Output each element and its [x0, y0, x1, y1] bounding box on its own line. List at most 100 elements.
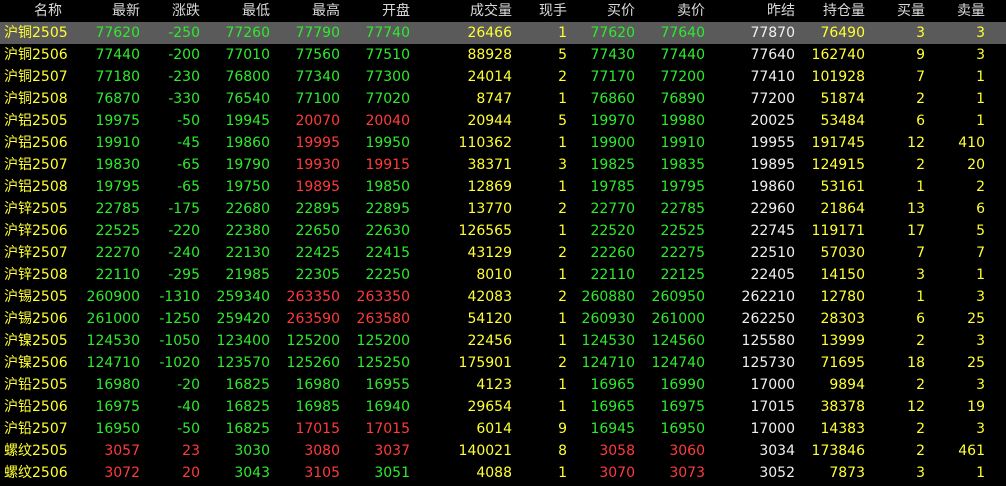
cell-ask-qty: 3	[976, 25, 985, 41]
cell-prev-settle: 22745	[750, 223, 795, 239]
cell-volume: 110362	[458, 135, 512, 151]
cell-latest: 261000	[86, 311, 140, 327]
cell-prev-settle: 17015	[750, 399, 795, 415]
cell-hand: 1	[558, 25, 567, 41]
table-row[interactable]: 螺纹2505 3057 23 3030 3080 3037 140021 8 3058 3060 3…	[0, 440, 1006, 462]
table-row[interactable]: 沪镍2505 124530 -1050 123400 125200 125200 22456…	[0, 330, 1006, 352]
cell-ask-qty: 3	[976, 47, 985, 63]
cell-latest: 124710	[86, 355, 140, 371]
cell-high: 19930	[295, 157, 340, 173]
cell-volume: 29654	[467, 399, 512, 415]
col-header-ask-qty[interactable]: 卖量	[925, 0, 985, 22]
cell-open: 3037	[374, 443, 410, 459]
cell-change: -40	[177, 399, 200, 415]
cell-latest: 22525	[95, 223, 140, 239]
cell-ask: 3073	[669, 465, 705, 481]
cell-ask: 77640	[660, 25, 705, 41]
cell-open-interest: 7873	[829, 465, 865, 481]
cell-ask: 22525	[660, 223, 705, 239]
cell-volume: 24014	[467, 69, 512, 85]
cell-change: -220	[168, 223, 200, 239]
cell-name: 沪锡2505	[4, 289, 68, 305]
cell-change: -50	[177, 113, 200, 129]
cell-bid: 22770	[590, 201, 635, 217]
cell-open-interest: 12780	[820, 289, 865, 305]
cell-name: 螺纹2506	[4, 465, 68, 481]
cell-prev-settle: 19895	[750, 157, 795, 173]
col-header-bid-qty[interactable]: 买量	[865, 0, 925, 22]
cell-ask: 260950	[651, 289, 705, 305]
cell-name: 沪铜2506	[4, 47, 68, 63]
table-row[interactable]: 沪锌2508 22110 -295 21985 22305 22250 8010 1 22110…	[0, 264, 1006, 286]
cell-ask: 22785	[660, 201, 705, 217]
cell-volume: 6014	[476, 421, 512, 437]
table-row[interactable]: 沪铜2505 77620 -250 77260 77790 77740 26466 1 7762…	[0, 22, 1006, 44]
cell-volume: 8010	[476, 267, 512, 283]
cell-ask: 22125	[660, 267, 705, 283]
col-header-bid[interactable]: 买价	[567, 0, 635, 22]
cell-prev-settle: 77870	[750, 25, 795, 41]
cell-name: 沪锡2506	[4, 311, 68, 327]
table-row[interactable]: 沪铅2507 16950 -50 16825 17015 17015 6014 9 16945 1…	[0, 418, 1006, 440]
cell-latest: 260900	[86, 289, 140, 305]
table-row[interactable]: 沪铜2506 77440 -200 77010 77560 77510 88928 5 7743…	[0, 44, 1006, 66]
table-row[interactable]: 沪铝2505 19975 -50 19945 20070 20040 20944 5 19970…	[0, 110, 1006, 132]
table-row[interactable]: 沪铅2506 16975 -40 16825 16985 16940 29654 1 16965…	[0, 396, 1006, 418]
col-header-high[interactable]: 最高	[270, 0, 340, 22]
cell-high: 77560	[295, 47, 340, 63]
cell-bid: 260880	[581, 289, 635, 305]
table-row[interactable]: 沪锡2505 260900 -1310 259340 263350 263350 42083…	[0, 286, 1006, 308]
cell-high: 19895	[295, 179, 340, 195]
table-row[interactable]: 沪铜2507 77180 -230 76800 77340 77300 24014 2 7717…	[0, 66, 1006, 88]
col-header-low[interactable]: 最低	[200, 0, 270, 22]
cell-prev-settle: 3034	[759, 443, 795, 459]
table-row[interactable]: 螺纹2506 3072 20 3043 3105 3051 4088 1 3070 3073 305…	[0, 462, 1006, 484]
cell-latest: 22270	[95, 245, 140, 261]
cell-change: -230	[168, 69, 200, 85]
cell-bid-qty: 6	[916, 311, 925, 327]
table-row[interactable]: 沪铅2505 16980 -20 16825 16980 16955 4123 1 16965 1…	[0, 374, 1006, 396]
cell-ask-qty: 1	[976, 465, 985, 481]
col-header-name[interactable]: 名称	[0, 0, 90, 22]
cell-hand: 1	[558, 91, 567, 107]
cell-volume: 54120	[467, 311, 512, 327]
cell-change: -50	[177, 421, 200, 437]
table-row[interactable]: 沪铝2507 19830 -65 19790 19930 19915 38371 3 19825…	[0, 154, 1006, 176]
col-header-open-interest[interactable]: 持仓量	[795, 0, 865, 22]
cell-latest: 16950	[95, 421, 140, 437]
cell-open: 125200	[356, 333, 410, 349]
cell-open-interest: 21864	[820, 201, 865, 217]
cell-open: 3051	[374, 465, 410, 481]
cell-volume: 140021	[458, 443, 512, 459]
cell-latest: 77180	[95, 69, 140, 85]
cell-prev-settle: 77200	[750, 91, 795, 107]
cell-high: 16985	[295, 399, 340, 415]
cell-open-interest: 14383	[820, 421, 865, 437]
cell-ask: 261000	[651, 311, 705, 327]
cell-bid: 3058	[599, 443, 635, 459]
cell-open-interest: 119171	[811, 223, 865, 239]
cell-open-interest: 13999	[820, 333, 865, 349]
table-row[interactable]: 沪铝2508 19795 -65 19750 19895 19850 12869 1 19785…	[0, 176, 1006, 198]
col-header-prev-settle[interactable]: 昨结	[705, 0, 795, 22]
table-row[interactable]: 沪铜2508 76870 -330 76540 77100 77020 8747 1 76860…	[0, 88, 1006, 110]
cell-ask: 16950	[660, 421, 705, 437]
col-header-volume[interactable]: 成交量	[410, 0, 512, 22]
cell-hand: 1	[558, 135, 567, 151]
col-header-latest[interactable]: 最新	[86, 0, 140, 22]
cell-ask-qty: 1	[976, 69, 985, 85]
table-row[interactable]: 沪锡2506 261000 -1250 259420 263590 263580 54120…	[0, 308, 1006, 330]
cell-open: 20040	[365, 113, 410, 129]
table-row[interactable]: 沪铝2506 19910 -45 19860 19995 19950 110362 1 1990…	[0, 132, 1006, 154]
col-header-hand[interactable]: 现手	[512, 0, 567, 22]
cell-latest: 22110	[95, 267, 140, 283]
table-row[interactable]: 沪镍2506 124710 -1020 123570 125260 125250 17590…	[0, 352, 1006, 374]
table-row[interactable]: 沪锌2505 22785 -175 22680 22895 22895 13770 2 2277…	[0, 198, 1006, 220]
col-header-change[interactable]: 涨跌	[140, 0, 200, 22]
col-header-open[interactable]: 开盘	[340, 0, 410, 22]
table-row[interactable]: 沪锌2506 22525 -220 22380 22650 22630 126565 1 225…	[0, 220, 1006, 242]
cell-volume: 126565	[458, 223, 512, 239]
table-row[interactable]: 沪锌2507 22270 -240 22130 22425 22415 43129 2 2226…	[0, 242, 1006, 264]
cell-change: -65	[177, 179, 200, 195]
col-header-ask[interactable]: 卖价	[635, 0, 705, 22]
